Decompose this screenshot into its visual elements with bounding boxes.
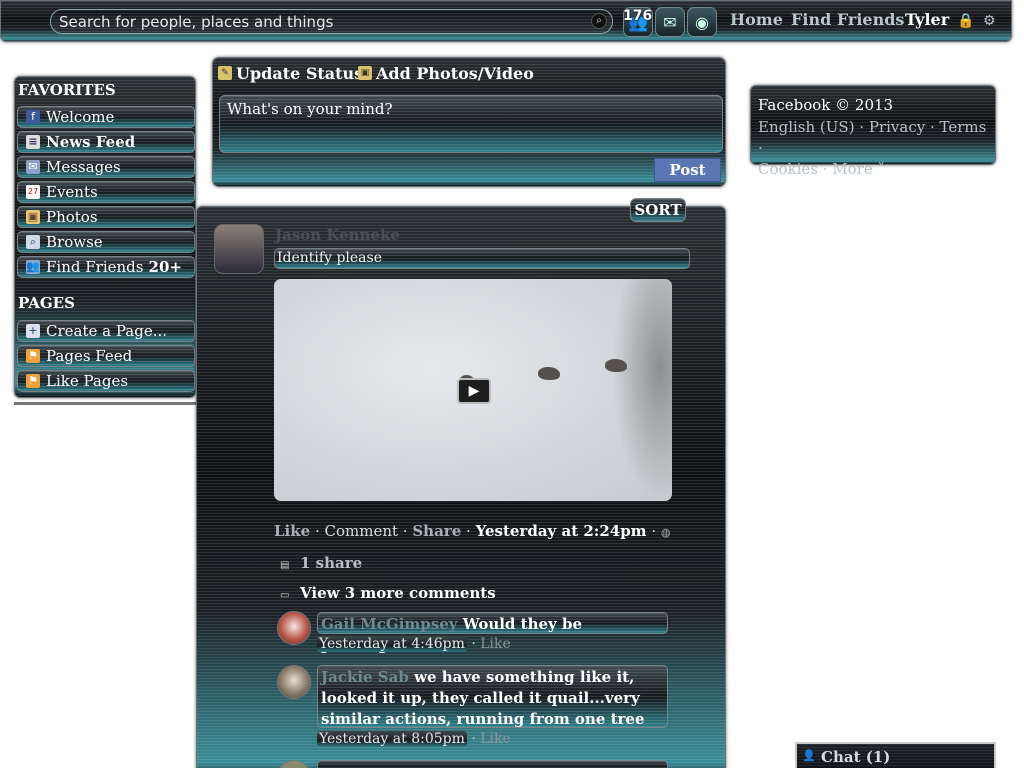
photos-icon: ▣: [26, 210, 40, 224]
sidebar-item-find-friends[interactable]: 👥 Find Friends 20+: [17, 256, 195, 278]
chat-bar[interactable]: 👤 Chat (1): [795, 742, 996, 768]
comment-link[interactable]: Comment: [325, 522, 399, 540]
friend-requests-count: 176: [623, 8, 653, 24]
sidebar-item-label: Create a Page...: [46, 322, 167, 340]
share-icon: ▤: [280, 560, 290, 571]
commenter-avatar[interactable]: [277, 611, 311, 645]
status-input[interactable]: What's on your mind?: [219, 95, 723, 153]
comment-timestamp[interactable]: Yesterday at 8:05pm: [317, 731, 467, 747]
comment-meta: Yesterday at 4:46pm · Like: [317, 636, 511, 652]
notifications-icon[interactable]: ◉: [687, 7, 717, 37]
sidebar-item-welcome[interactable]: f Welcome: [17, 106, 195, 128]
gear-icon[interactable]: ⚙: [983, 13, 996, 29]
find-friends-badge: 20+: [148, 258, 182, 276]
copyright-text: Facebook © 2013: [758, 96, 894, 114]
sidebar-item-label: Welcome: [46, 108, 115, 126]
comment-like-link[interactable]: Like: [480, 636, 511, 652]
magnifier-icon: ⌕: [26, 235, 40, 249]
sidebar-divider: [14, 402, 196, 405]
video-player[interactable]: ▶: [274, 279, 672, 501]
sort-button[interactable]: SORT: [630, 198, 686, 222]
post-actions: Like · Comment · Share · Yesterday at 2:…: [274, 522, 671, 540]
comment-meta: Yesterday at 8:05pm · Like: [317, 731, 511, 747]
like-pages-icon: ⚑: [26, 374, 40, 388]
messages-icon: ✉: [26, 160, 40, 174]
sidebar-item-messages[interactable]: ✉ Messages: [17, 156, 195, 178]
pages-heading: PAGES: [18, 294, 75, 312]
create-page-icon: +: [26, 324, 40, 338]
sidebar-item-like-pages[interactable]: ⚑ Like Pages: [17, 370, 195, 392]
find-friends-link[interactable]: Find Friends: [791, 10, 904, 29]
view-more-comments-label[interactable]: View 3 more comments: [300, 584, 496, 602]
footer-box: Facebook © 2013 English (US) · Privacy ·…: [750, 85, 996, 178]
sidebar-item-photos[interactable]: ▣ Photos: [17, 206, 195, 228]
comment-timestamp[interactable]: Yesterday at 4:46pm: [317, 636, 467, 652]
home-link[interactable]: Home: [730, 10, 783, 29]
bush-image: [612, 279, 672, 501]
comment-bubble: Gail McGimpsey Would they be ptarmigan?: [317, 612, 668, 654]
post-button[interactable]: Post: [654, 158, 721, 182]
sidebar-item-events[interactable]: 27 Events: [17, 181, 195, 203]
profile-link[interactable]: Tyler: [905, 10, 949, 29]
globe-icon: ◍: [660, 526, 671, 539]
top-bar: Search for people, places and things ⌕ 👥…: [0, 0, 1012, 42]
search-input[interactable]: Search for people, places and things: [50, 9, 613, 34]
search-icon[interactable]: ⌕: [591, 13, 607, 29]
post-timestamp[interactable]: Yesterday at 2:24pm: [476, 522, 647, 540]
favorites-heading: FAVORITES: [18, 81, 116, 99]
share-count-row[interactable]: ▤ 1 share: [280, 554, 362, 572]
view-more-comments[interactable]: ▭ View 3 more comments: [280, 584, 496, 602]
chat-icon: 👤: [802, 749, 816, 762]
sidebar-item-browse[interactable]: ⌕ Browse: [17, 231, 195, 253]
sidebar-item-create-page[interactable]: + Create a Page...: [17, 320, 195, 342]
comment-icon: ▭: [280, 590, 290, 601]
share-count[interactable]: 1 share: [300, 554, 362, 572]
author-avatar[interactable]: [214, 224, 264, 274]
commenter-avatar[interactable]: [277, 665, 311, 699]
left-sidebar: FAVORITES f Welcome ≡ News Feed ✉ Messag…: [14, 76, 196, 398]
tab-label: Add Photos/Video: [376, 64, 534, 83]
comment-bubble: Jackie Sab we have something like it, lo…: [317, 665, 668, 749]
share-link[interactable]: Share: [412, 522, 461, 540]
like-link[interactable]: Like: [274, 522, 310, 540]
comment-author[interactable]: Gail McGimpsey: [321, 615, 457, 633]
sidebar-item-label: Like Pages: [46, 372, 129, 390]
comment-like-link[interactable]: Like: [480, 731, 511, 747]
pages-feed-icon: ⚑: [26, 349, 40, 363]
friends-icon: 👥: [26, 260, 40, 274]
post-text: Identify please: [274, 248, 690, 269]
bird-image: [538, 367, 560, 380]
footer-links-line-2[interactable]: Cookies · More ˅: [758, 159, 988, 180]
post-author[interactable]: Jason Kenneke: [275, 226, 400, 244]
sidebar-item-label: Messages: [46, 158, 121, 176]
news-feed-icon: ≡: [26, 135, 40, 149]
tab-update-status[interactable]: ✎ Update Status: [216, 64, 363, 83]
status-composer: ✎ Update Status ▣ Add Photos/Video What'…: [212, 57, 726, 187]
sidebar-item-label: Find Friends: [46, 258, 144, 276]
sidebar-item-label: Pages Feed: [46, 347, 133, 365]
sidebar-item-pages-feed[interactable]: ⚑ Pages Feed: [17, 345, 195, 367]
privacy-icon[interactable]: 🔒: [957, 13, 974, 29]
footer-links-line-1[interactable]: English (US) · Privacy · Terms ·: [758, 117, 988, 159]
tab-label: Update Status: [236, 64, 364, 83]
status-icon: ✎: [218, 66, 232, 80]
sidebar-item-news-feed[interactable]: ≡ News Feed: [17, 131, 195, 153]
sidebar-item-label: Browse: [46, 233, 103, 251]
tab-add-photos-video[interactable]: ▣ Add Photos/Video: [356, 64, 534, 83]
play-icon[interactable]: ▶: [457, 378, 491, 404]
sidebar-item-label: Photos: [46, 208, 98, 226]
comment-bubble: [317, 760, 668, 768]
calendar-icon: 27: [26, 185, 40, 199]
facebook-icon: f: [26, 110, 40, 124]
sidebar-item-label: Events: [46, 183, 98, 201]
comment-author[interactable]: Jackie Sab: [321, 668, 409, 686]
messages-icon[interactable]: ✉: [655, 7, 685, 37]
sidebar-item-label: News Feed: [46, 133, 136, 151]
chat-label: Chat (1): [821, 748, 891, 766]
photo-icon: ▣: [358, 66, 372, 80]
